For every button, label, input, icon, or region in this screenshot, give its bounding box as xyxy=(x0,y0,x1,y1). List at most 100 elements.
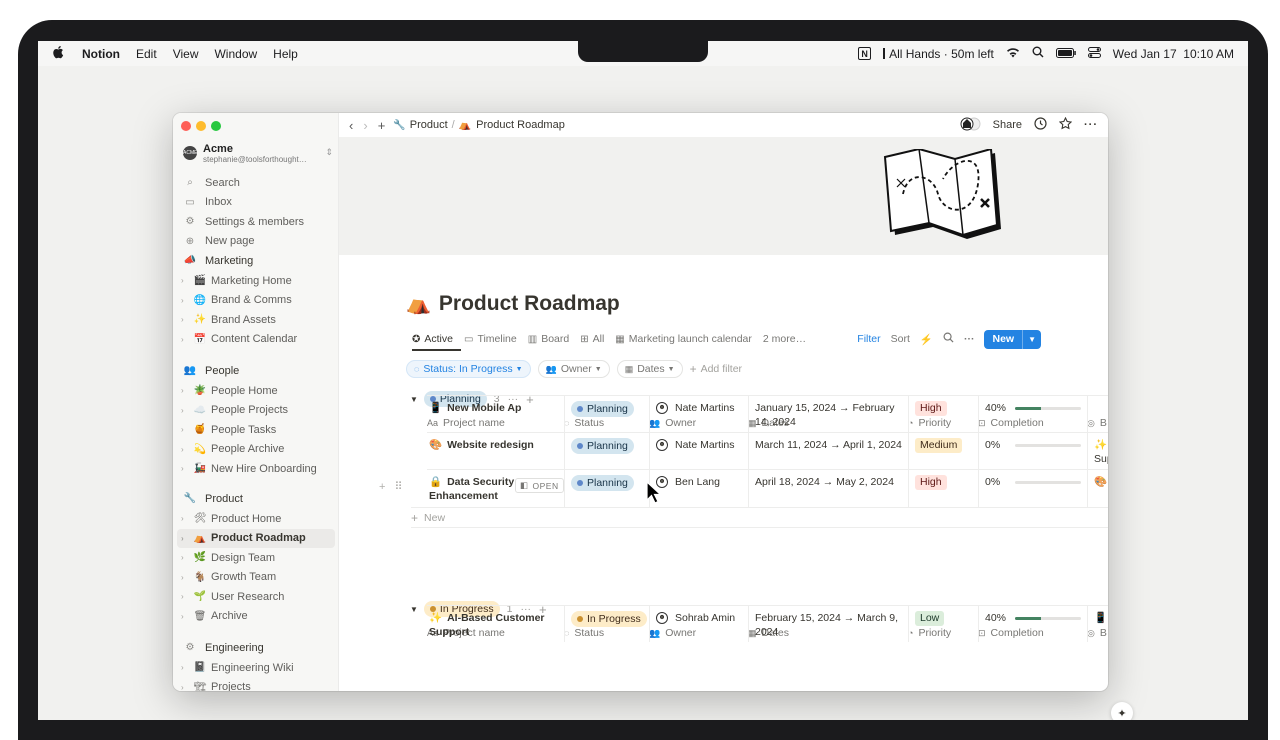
sidebar-item-brand-assets[interactable]: › ✨ Brand Assets xyxy=(177,310,335,329)
zoom-window-button[interactable] xyxy=(211,121,221,131)
control-center-icon[interactable] xyxy=(1087,46,1101,61)
view-tab-2-more-[interactable]: 2 more… xyxy=(763,333,806,345)
cell-project-name[interactable]: 🎨 Website redesign xyxy=(427,433,564,469)
sidebar-section-marketing[interactable]: 📣 Marketing xyxy=(177,251,335,270)
chevron-right-icon[interactable]: › xyxy=(181,534,191,543)
sidebar-item-new-hire-onboarding[interactable]: › 🚂 New Hire Onboarding xyxy=(177,459,335,478)
cell-status[interactable]: In Progress xyxy=(564,606,649,642)
sidebar-section-people[interactable]: 👥 People xyxy=(177,361,335,380)
chevron-right-icon[interactable]: › xyxy=(181,573,191,582)
view-tab-active[interactable]: ✪ Active xyxy=(412,333,453,345)
sidebar-item-product-roadmap[interactable]: › ⛺ Product Roadmap xyxy=(177,528,335,548)
cell-project-name[interactable]: 🔒 Data Security Enhancement xyxy=(427,470,564,507)
project-name[interactable]: ✨ AI-Based Customer xyxy=(429,611,558,625)
table-row[interactable]: 🔒 Data Security Enhancement Planning ☻ Ben La… xyxy=(427,469,1108,507)
more-options-icon[interactable]: ··· xyxy=(964,333,975,345)
cell-dates[interactable]: January 15, 2024 → February 14, 2024 xyxy=(748,396,908,432)
sidebar-item-projects[interactable]: › 🏗 Projects xyxy=(177,678,335,691)
owner-filter-chip[interactable]: 👥 Owner ▼ xyxy=(537,360,610,378)
chevron-right-icon[interactable]: › xyxy=(181,445,191,454)
chevron-right-icon[interactable]: › xyxy=(181,335,191,344)
table-row[interactable]: 📱 New Mobile Ap Planning ☻ Nate Martins Janua… xyxy=(427,395,1108,432)
forward-arrow-icon[interactable]: › xyxy=(363,118,367,133)
cell-priority[interactable]: High xyxy=(908,470,978,507)
cell-status[interactable]: Planning xyxy=(564,396,649,432)
meeting-status[interactable]: All Hands · 50m left xyxy=(883,47,994,61)
chevron-right-icon[interactable]: › xyxy=(181,425,191,434)
chevron-right-icon[interactable]: › xyxy=(181,464,191,473)
cell-priority[interactable]: Low xyxy=(908,606,978,642)
cell-dates[interactable]: February 15, 2024 → March 9, 2024 xyxy=(748,606,908,642)
sidebar-new-page[interactable]: ⊕ New page xyxy=(177,232,335,251)
cell-dates[interactable]: April 18, 2024 → May 2, 2024 xyxy=(748,470,908,507)
sidebar-item-product-home[interactable]: › 🛠 Product Home xyxy=(177,509,335,528)
chevron-right-icon[interactable]: › xyxy=(181,296,191,305)
chevron-right-icon[interactable]: › xyxy=(181,592,191,601)
cell-completion[interactable]: 40% xyxy=(978,606,1087,642)
cell-completion[interactable]: 40% xyxy=(978,396,1087,432)
sidebar-item-people-projects[interactable]: › ☁️ People Projects xyxy=(177,401,335,420)
more-options-icon[interactable]: ··· xyxy=(1084,119,1098,131)
search-icon[interactable] xyxy=(943,332,954,346)
menu-help[interactable]: Help xyxy=(273,47,298,61)
sidebar-item-people-archive[interactable]: › 💫 People Archive xyxy=(177,440,335,459)
tent-icon[interactable]: ⛺ xyxy=(406,291,431,316)
notion-menu-icon[interactable]: N xyxy=(858,47,872,60)
sidebar-inbox[interactable]: ▭ Inbox xyxy=(177,193,335,212)
cell-owner[interactable]: ☻ Nate Martins xyxy=(649,396,748,432)
back-arrow-icon[interactable]: ‹ xyxy=(349,118,353,133)
cell-related[interactable]: ✨ A Supp xyxy=(1087,433,1108,469)
cell-owner[interactable]: ☻ Nate Martins xyxy=(649,433,748,469)
chevron-down-icon[interactable]: ▼ xyxy=(1022,329,1041,349)
plus-icon[interactable]: + xyxy=(378,118,386,133)
triangle-down-icon[interactable]: ▼ xyxy=(410,605,418,614)
chevron-right-icon[interactable]: › xyxy=(181,406,191,415)
apple-icon[interactable] xyxy=(52,45,64,62)
view-tab-timeline[interactable]: ▭ Timeline xyxy=(464,333,517,345)
view-tab-all[interactable]: ⊞ All xyxy=(580,333,604,345)
cell-project-name[interactable]: ✨ AI-Based Customer Support xyxy=(427,606,564,642)
sidebar-item-design-team[interactable]: › 🌿 Design Team xyxy=(177,548,335,567)
search-icon[interactable] xyxy=(1032,46,1044,61)
project-name[interactable]: 🔒 Data Security xyxy=(429,475,558,489)
sidebar-section-product[interactable]: 🔧 Product xyxy=(177,489,335,508)
clock[interactable]: Wed Jan 17 10:10 AM xyxy=(1113,47,1234,61)
cell-status[interactable]: Planning xyxy=(564,433,649,469)
menu-view[interactable]: View xyxy=(173,47,199,61)
cell-owner[interactable]: ☻ Sohrab Amin xyxy=(649,606,748,642)
new-row-button[interactable]: + New xyxy=(411,507,1108,527)
chevron-right-icon[interactable]: › xyxy=(181,612,191,621)
history-icon[interactable] xyxy=(1034,117,1047,133)
workspace-switcher[interactable]: ACME Acme stephanie@toolsforthought… ⇕ xyxy=(183,141,333,167)
star-icon[interactable] xyxy=(1058,116,1073,133)
menu-edit[interactable]: Edit xyxy=(136,47,157,61)
cell-dates[interactable]: March 11, 2024 → April 1, 2024 xyxy=(748,433,908,469)
sidebar-item-user-research[interactable]: › 🌱 User Research xyxy=(177,587,335,606)
triangle-down-icon[interactable]: ▼ xyxy=(410,395,418,404)
page-title-text[interactable]: Product Roadmap xyxy=(439,292,620,316)
cell-related[interactable] xyxy=(1087,396,1108,432)
cell-priority[interactable]: High xyxy=(908,396,978,432)
sidebar-item-content-calendar[interactable]: › 📅 Content Calendar xyxy=(177,330,335,349)
sidebar-settings-members[interactable]: ⚙ Settings & members xyxy=(177,212,335,231)
menu-app-name[interactable]: Notion xyxy=(82,47,120,61)
cell-status[interactable]: Planning xyxy=(564,470,649,507)
ai-assistant-button[interactable]: ✦ xyxy=(1111,702,1133,720)
sidebar-item-engineering-wiki[interactable]: › 📓 Engineering Wiki xyxy=(177,658,335,677)
sidebar-item-brand-comms[interactable]: › 🌐 Brand & Comms xyxy=(177,291,335,310)
avatars-icon[interactable] xyxy=(959,117,981,134)
battery-icon[interactable] xyxy=(1055,47,1076,61)
project-name[interactable]: 🎨 Website redesign xyxy=(429,438,558,452)
filter-button[interactable]: Filter xyxy=(857,333,880,345)
cell-related[interactable]: 📱 N xyxy=(1087,606,1108,642)
status-filter-chip[interactable]: ◌ Status: In Progress ▼ xyxy=(406,360,531,378)
chevron-right-icon[interactable]: › xyxy=(181,663,191,672)
breadcrumb-current[interactable]: ⛺ Product Roadmap xyxy=(459,119,565,131)
table-row[interactable]: ✨ AI-Based Customer Support In Progress ☻ Soh… xyxy=(427,605,1108,642)
cell-completion[interactable]: 0% xyxy=(978,470,1087,507)
cell-owner[interactable]: ☻ Ben Lang xyxy=(649,470,748,507)
chevron-right-icon[interactable]: › xyxy=(181,315,191,324)
sidebar-section-engineering[interactable]: ⚙ Engineering xyxy=(177,638,335,657)
cell-project-name[interactable]: 📱 New Mobile Ap xyxy=(427,396,564,432)
table-row[interactable]: 🎨 Website redesign Planning ☻ Nate Martins Ma… xyxy=(427,432,1108,469)
